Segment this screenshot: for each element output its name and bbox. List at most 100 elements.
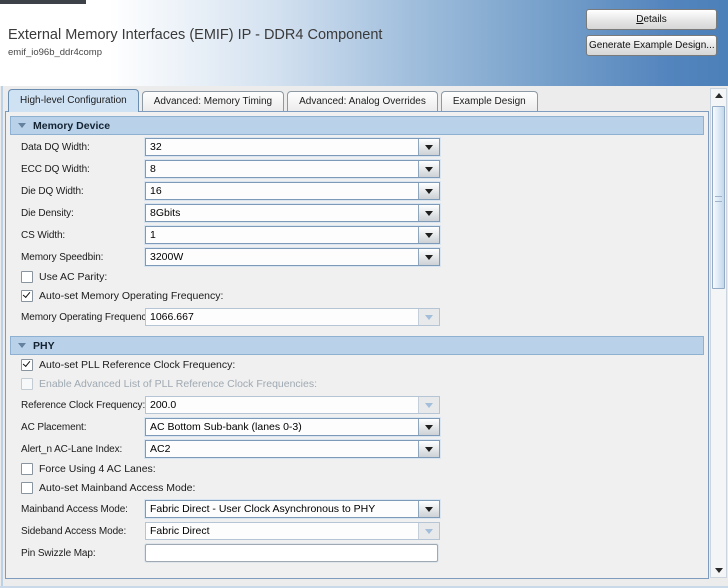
label-use-ac-parity: Use AC Parity:	[39, 271, 107, 283]
window-top-edge	[0, 0, 86, 4]
label-memory-operating-frequency: Memory Operating Frequency:	[21, 312, 145, 323]
label-mainband-access-mode: Mainband Access Mode:	[21, 504, 145, 515]
generate-example-design-button[interactable]: Generate Example Design...	[586, 35, 717, 56]
details-button[interactable]: Details	[586, 9, 717, 30]
row-auto-set-pll-reference-clock-frequency: Auto-set PLL Reference Clock Frequency:	[21, 358, 708, 372]
row-force-using-4-ac-lanes: Force Using 4 AC Lanes:	[21, 462, 708, 476]
dropdown-arrow-icon[interactable]	[418, 205, 439, 221]
section-header-phy[interactable]: PHY	[10, 336, 704, 355]
alert-n-ac-lane-index-combo[interactable]: AC2	[145, 440, 440, 458]
dropdown-arrow-icon[interactable]	[418, 397, 439, 413]
sideband-access-mode-combo[interactable]: Fabric Direct	[145, 522, 440, 540]
force-using-4-ac-lanes-checkbox[interactable]	[21, 463, 33, 475]
label-reference-clock-frequency: Reference Clock Frequency:	[21, 400, 145, 411]
dropdown-arrow-icon[interactable]	[418, 139, 439, 155]
ip-parameter-editor-window: External Memory Interfaces (EMIF) IP - D…	[0, 0, 728, 588]
dropdown-arrow-icon[interactable]	[418, 227, 439, 243]
cs-width-combo[interactable]: 1	[145, 226, 440, 244]
data-dq-width-combo[interactable]: 32	[145, 138, 440, 156]
section-memory-device: Memory DeviceData DQ Width:32ECC DQ Widt…	[6, 116, 708, 326]
row-use-ac-parity: Use AC Parity:	[21, 270, 708, 284]
tab-high-level-configuration[interactable]: High-level Configuration	[8, 89, 139, 112]
label-memory-speedbin: Memory Speedbin:	[21, 252, 145, 263]
vertical-scrollbar[interactable]	[710, 88, 727, 578]
row-data-dq-width: Data DQ Width:32	[21, 138, 708, 156]
row-reference-clock-frequency: Reference Clock Frequency:200.0	[21, 396, 708, 414]
dropdown-arrow-icon[interactable]	[418, 249, 439, 265]
section-header-memory-device[interactable]: Memory Device	[10, 116, 704, 135]
scroll-down-button[interactable]	[711, 563, 726, 577]
dropdown-arrow-icon[interactable]	[418, 309, 439, 325]
row-memory-speedbin: Memory Speedbin:3200W	[21, 248, 708, 266]
die-density-combo[interactable]: 8Gbits	[145, 204, 440, 222]
row-auto-set-memory-operating-frequency: Auto-set Memory Operating Frequency:	[21, 289, 708, 303]
row-auto-set-mainband-access-mode: Auto-set Mainband Access Mode:	[21, 481, 708, 495]
label-ecc-dq-width: ECC DQ Width:	[21, 164, 145, 175]
tab-advanced-analog-overrides[interactable]: Advanced: Analog Overrides	[287, 91, 438, 111]
header: External Memory Interfaces (EMIF) IP - D…	[0, 0, 728, 86]
row-pin-swizzle-map: Pin Swizzle Map:	[21, 544, 708, 562]
combo-value: 8Gbits	[146, 205, 418, 221]
page-title: External Memory Interfaces (EMIF) IP - D…	[8, 27, 382, 43]
section-phy: PHY Auto-set PLL Reference Clock Frequenc…	[6, 336, 708, 562]
row-enable-advanced-list-of-pll-reference-clock-frequencies: Enable Advanced List of PLL Reference Cl…	[21, 377, 708, 391]
label-die-dq-width: Die DQ Width:	[21, 186, 145, 197]
label-alert-n-ac-lane-index: Alert_n AC-Lane Index:	[21, 444, 145, 455]
combo-value: 8	[146, 161, 418, 177]
pin-swizzle-map-input[interactable]	[145, 544, 438, 562]
combo-value: Fabric Direct - User Clock Asynchronous …	[146, 501, 418, 517]
label-force-using-4-ac-lanes: Force Using 4 AC Lanes:	[39, 463, 156, 475]
dropdown-arrow-icon[interactable]	[418, 161, 439, 177]
config-panel: Memory DeviceData DQ Width:32ECC DQ Widt…	[5, 111, 709, 579]
memory-operating-frequency-combo[interactable]: 1066.667	[145, 308, 440, 326]
label-ac-placement: AC Placement:	[21, 422, 145, 433]
collapse-triangle-icon	[18, 123, 26, 128]
use-ac-parity-checkbox[interactable]	[21, 271, 33, 283]
memory-speedbin-combo[interactable]: 3200W	[145, 248, 440, 266]
tab-advanced-memory-timing[interactable]: Advanced: Memory Timing	[142, 91, 284, 111]
label-auto-set-mainband-access-mode: Auto-set Mainband Access Mode:	[39, 482, 195, 494]
enable-advanced-list-of-pll-reference-clock-frequencies-checkbox[interactable]	[21, 378, 33, 390]
auto-set-memory-operating-frequency-checkbox[interactable]	[21, 290, 33, 302]
row-alert-n-ac-lane-index: Alert_n AC-Lane Index:AC2	[21, 440, 708, 458]
label-cs-width: CS Width:	[21, 230, 145, 241]
combo-value: 3200W	[146, 249, 418, 265]
down-arrow-icon	[715, 568, 723, 573]
component-instance-name: emif_io96b_ddr4comp	[8, 47, 102, 58]
ac-placement-combo[interactable]: AC Bottom Sub-bank (lanes 0-3)	[145, 418, 440, 436]
ecc-dq-width-combo[interactable]: 8	[145, 160, 440, 178]
window-left-edge	[1, 86, 3, 586]
label-data-dq-width: Data DQ Width:	[21, 142, 145, 153]
tab-example-design[interactable]: Example Design	[441, 91, 538, 111]
combo-value: AC2	[146, 441, 418, 457]
dropdown-arrow-icon[interactable]	[418, 419, 439, 435]
label-sideband-access-mode: Sideband Access Mode:	[21, 526, 145, 537]
dropdown-arrow-icon[interactable]	[418, 523, 439, 539]
scrollbar-thumb[interactable]	[712, 106, 725, 289]
combo-value: 32	[146, 139, 418, 155]
combo-value: 16	[146, 183, 418, 199]
mainband-access-mode-combo[interactable]: Fabric Direct - User Clock Asynchronous …	[145, 500, 440, 518]
header-buttons: Details Generate Example Design...	[586, 9, 717, 56]
label-pin-swizzle-map: Pin Swizzle Map:	[21, 548, 145, 559]
row-ac-placement: AC Placement:AC Bottom Sub-bank (lanes 0…	[21, 418, 708, 436]
row-ecc-dq-width: ECC DQ Width:8	[21, 160, 708, 178]
reference-clock-frequency-combo[interactable]: 200.0	[145, 396, 440, 414]
row-die-density: Die Density:8Gbits	[21, 204, 708, 222]
auto-set-pll-reference-clock-frequency-checkbox[interactable]	[21, 359, 33, 371]
collapse-triangle-icon	[18, 343, 26, 348]
dropdown-arrow-icon[interactable]	[418, 501, 439, 517]
row-die-dq-width: Die DQ Width:16	[21, 182, 708, 200]
row-sideband-access-mode: Sideband Access Mode:Fabric Direct	[21, 522, 708, 540]
dropdown-arrow-icon[interactable]	[418, 183, 439, 199]
auto-set-mainband-access-mode-checkbox[interactable]	[21, 482, 33, 494]
row-cs-width: CS Width:1	[21, 226, 708, 244]
label-auto-set-pll-reference-clock-frequency: Auto-set PLL Reference Clock Frequency:	[39, 359, 235, 371]
dropdown-arrow-icon[interactable]	[418, 441, 439, 457]
scroll-up-button[interactable]	[711, 89, 726, 103]
label-auto-set-memory-operating-frequency: Auto-set Memory Operating Frequency:	[39, 290, 223, 302]
die-dq-width-combo[interactable]: 16	[145, 182, 440, 200]
thumb-grip-icon	[715, 196, 722, 202]
combo-value: AC Bottom Sub-bank (lanes 0-3)	[146, 419, 418, 435]
row-memory-operating-frequency: Memory Operating Frequency:1066.667	[21, 308, 708, 326]
